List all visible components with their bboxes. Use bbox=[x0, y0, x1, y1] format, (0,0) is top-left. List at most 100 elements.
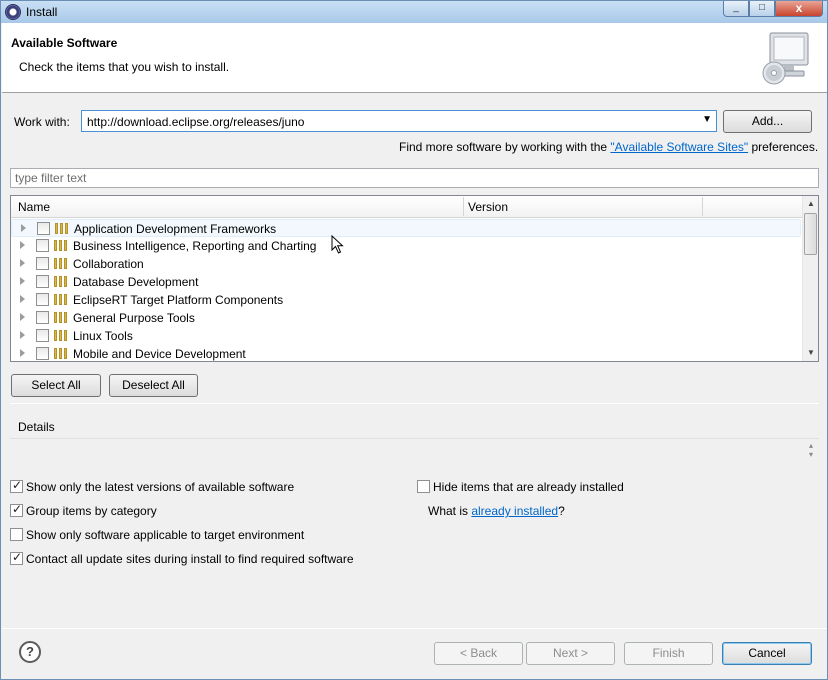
filter-field[interactable] bbox=[10, 168, 819, 188]
deselect-all-button[interactable]: Deselect All bbox=[109, 374, 198, 397]
row-label: General Purpose Tools bbox=[73, 311, 195, 325]
dropdown-arrow-icon[interactable]: ▼ bbox=[702, 114, 712, 125]
row-label: EclipseRT Target Platform Components bbox=[73, 293, 284, 307]
title-bar: Install _ □ x bbox=[1, 1, 827, 23]
expand-arrow-icon[interactable] bbox=[20, 295, 25, 303]
what-is-suffix: ? bbox=[558, 504, 565, 518]
eclipse-icon bbox=[5, 4, 21, 20]
work-with-value: http://download.eclipse.org/releases/jun… bbox=[87, 115, 305, 129]
expand-arrow-icon[interactable] bbox=[20, 331, 25, 339]
minimize-button[interactable]: _ bbox=[723, 1, 749, 17]
back-button[interactable]: < Back bbox=[434, 642, 523, 665]
filter-input[interactable] bbox=[11, 169, 818, 187]
category-icon bbox=[54, 330, 68, 341]
close-button[interactable]: x bbox=[775, 1, 823, 17]
details-title: Details bbox=[18, 420, 55, 434]
expand-arrow-icon[interactable] bbox=[21, 224, 26, 232]
already-installed-link[interactable]: already installed bbox=[471, 504, 558, 518]
what-is-installed-text: What is already installed? bbox=[428, 504, 565, 518]
available-software-sites-link[interactable]: "Available Software Sites" bbox=[610, 140, 748, 154]
column-divider[interactable] bbox=[702, 197, 703, 216]
latest-versions-checkbox[interactable]: ✓ bbox=[10, 478, 23, 493]
category-icon bbox=[55, 223, 69, 234]
tree-row[interactable]: EclipseRT Target Platform Components bbox=[11, 291, 801, 309]
select-all-button[interactable]: Select All bbox=[11, 374, 101, 397]
tree-header: Name Version bbox=[11, 196, 802, 218]
cancel-button[interactable]: Cancel bbox=[722, 642, 812, 665]
tree-scrollbar[interactable]: ▲ ▼ bbox=[802, 196, 818, 361]
what-is-prefix: What is bbox=[428, 504, 472, 518]
row-checkbox[interactable] bbox=[37, 222, 50, 235]
target-env-option[interactable]: Show only software applicable to target … bbox=[10, 528, 410, 544]
expand-arrow-icon[interactable] bbox=[20, 277, 25, 285]
column-divider[interactable] bbox=[463, 197, 464, 216]
row-checkbox[interactable] bbox=[36, 257, 49, 270]
tree-row[interactable]: Mobile and Device Development bbox=[11, 345, 801, 363]
scroll-thumb[interactable] bbox=[804, 213, 817, 255]
work-with-label: Work with: bbox=[14, 115, 70, 129]
contact-sites-label: Contact all update sites during install … bbox=[26, 552, 354, 566]
details-area[interactable]: ▴ ▾ bbox=[10, 438, 819, 472]
row-checkbox[interactable] bbox=[36, 275, 49, 288]
group-by-category-checkbox[interactable]: ✓ bbox=[10, 502, 23, 517]
details-scroll-arrows[interactable]: ▴ ▾ bbox=[809, 441, 813, 459]
row-label: Application Development Frameworks bbox=[74, 222, 277, 236]
contact-sites-checkbox[interactable]: ✓ bbox=[10, 550, 23, 565]
tree-row[interactable]: Application Development Frameworks bbox=[11, 219, 801, 237]
monitor-cd-icon bbox=[762, 32, 809, 85]
page-subtitle: Check the items that you wish to install… bbox=[19, 60, 230, 74]
more-software-text: Find more software by working with the "… bbox=[399, 140, 818, 154]
install-dialog: Install _ □ x Available Software Check t… bbox=[0, 0, 828, 680]
target-env-checkbox[interactable] bbox=[10, 528, 23, 541]
row-checkbox[interactable] bbox=[36, 239, 49, 252]
scroll-up-arrow[interactable]: ▲ bbox=[807, 199, 815, 208]
hide-installed-checkbox[interactable] bbox=[417, 480, 430, 493]
latest-versions-label: Show only the latest versions of availab… bbox=[26, 480, 295, 494]
scroll-down-arrow[interactable]: ▼ bbox=[807, 348, 815, 357]
details-group: Details ▴ ▾ bbox=[10, 420, 819, 472]
hide-installed-option[interactable]: Hide items that are already installed bbox=[417, 480, 717, 496]
row-label: Linux Tools bbox=[73, 329, 133, 343]
group-by-category-option[interactable]: ✓ Group items by category bbox=[10, 502, 410, 520]
row-label: Mobile and Device Development bbox=[73, 347, 246, 361]
category-icon bbox=[54, 258, 68, 269]
help-icon[interactable]: ? bbox=[19, 641, 41, 663]
column-version[interactable]: Version bbox=[468, 200, 508, 214]
contact-sites-option[interactable]: ✓ Contact all update sites during instal… bbox=[10, 550, 410, 568]
row-checkbox[interactable] bbox=[36, 293, 49, 306]
software-tree[interactable]: Name Version Application Development Fra… bbox=[10, 195, 819, 362]
tree-row[interactable]: Database Development bbox=[11, 273, 801, 291]
row-checkbox[interactable] bbox=[36, 347, 49, 360]
group-by-category-label: Group items by category bbox=[26, 504, 157, 518]
tree-row[interactable]: Collaboration bbox=[11, 255, 801, 273]
work-with-combo[interactable]: http://download.eclipse.org/releases/jun… bbox=[81, 110, 717, 132]
add-site-button[interactable]: Add... bbox=[723, 110, 812, 133]
latest-versions-option[interactable]: ✓ Show only the latest versions of avail… bbox=[10, 478, 410, 496]
category-icon bbox=[54, 276, 68, 287]
separator bbox=[10, 403, 819, 404]
hide-installed-label: Hide items that are already installed bbox=[433, 480, 624, 494]
next-button[interactable]: Next > bbox=[526, 642, 615, 665]
column-name[interactable]: Name bbox=[18, 200, 50, 214]
expand-arrow-icon[interactable] bbox=[20, 259, 25, 267]
finish-button[interactable]: Finish bbox=[624, 642, 713, 665]
tree-row[interactable]: Linux Tools bbox=[11, 327, 801, 345]
expand-arrow-icon[interactable] bbox=[20, 241, 25, 249]
row-label: Collaboration bbox=[73, 257, 144, 271]
maximize-button[interactable]: □ bbox=[749, 1, 775, 17]
footer-separator bbox=[2, 628, 827, 629]
page-title: Available Software bbox=[11, 36, 118, 50]
category-icon bbox=[54, 312, 68, 323]
mouse-cursor-icon bbox=[331, 235, 344, 254]
row-checkbox[interactable] bbox=[36, 329, 49, 342]
tree-row[interactable]: Business Intelligence, Reporting and Cha… bbox=[11, 237, 801, 255]
expand-arrow-icon[interactable] bbox=[20, 313, 25, 321]
tree-row[interactable]: General Purpose Tools bbox=[11, 309, 801, 327]
category-icon bbox=[54, 348, 68, 359]
expand-arrow-icon[interactable] bbox=[20, 349, 25, 357]
more-software-prefix: Find more software by working with the bbox=[399, 140, 611, 154]
row-label: Business Intelligence, Reporting and Cha… bbox=[73, 239, 317, 253]
wizard-header: Available Software Check the items that … bbox=[2, 23, 827, 93]
row-label: Database Development bbox=[73, 275, 199, 289]
row-checkbox[interactable] bbox=[36, 311, 49, 324]
